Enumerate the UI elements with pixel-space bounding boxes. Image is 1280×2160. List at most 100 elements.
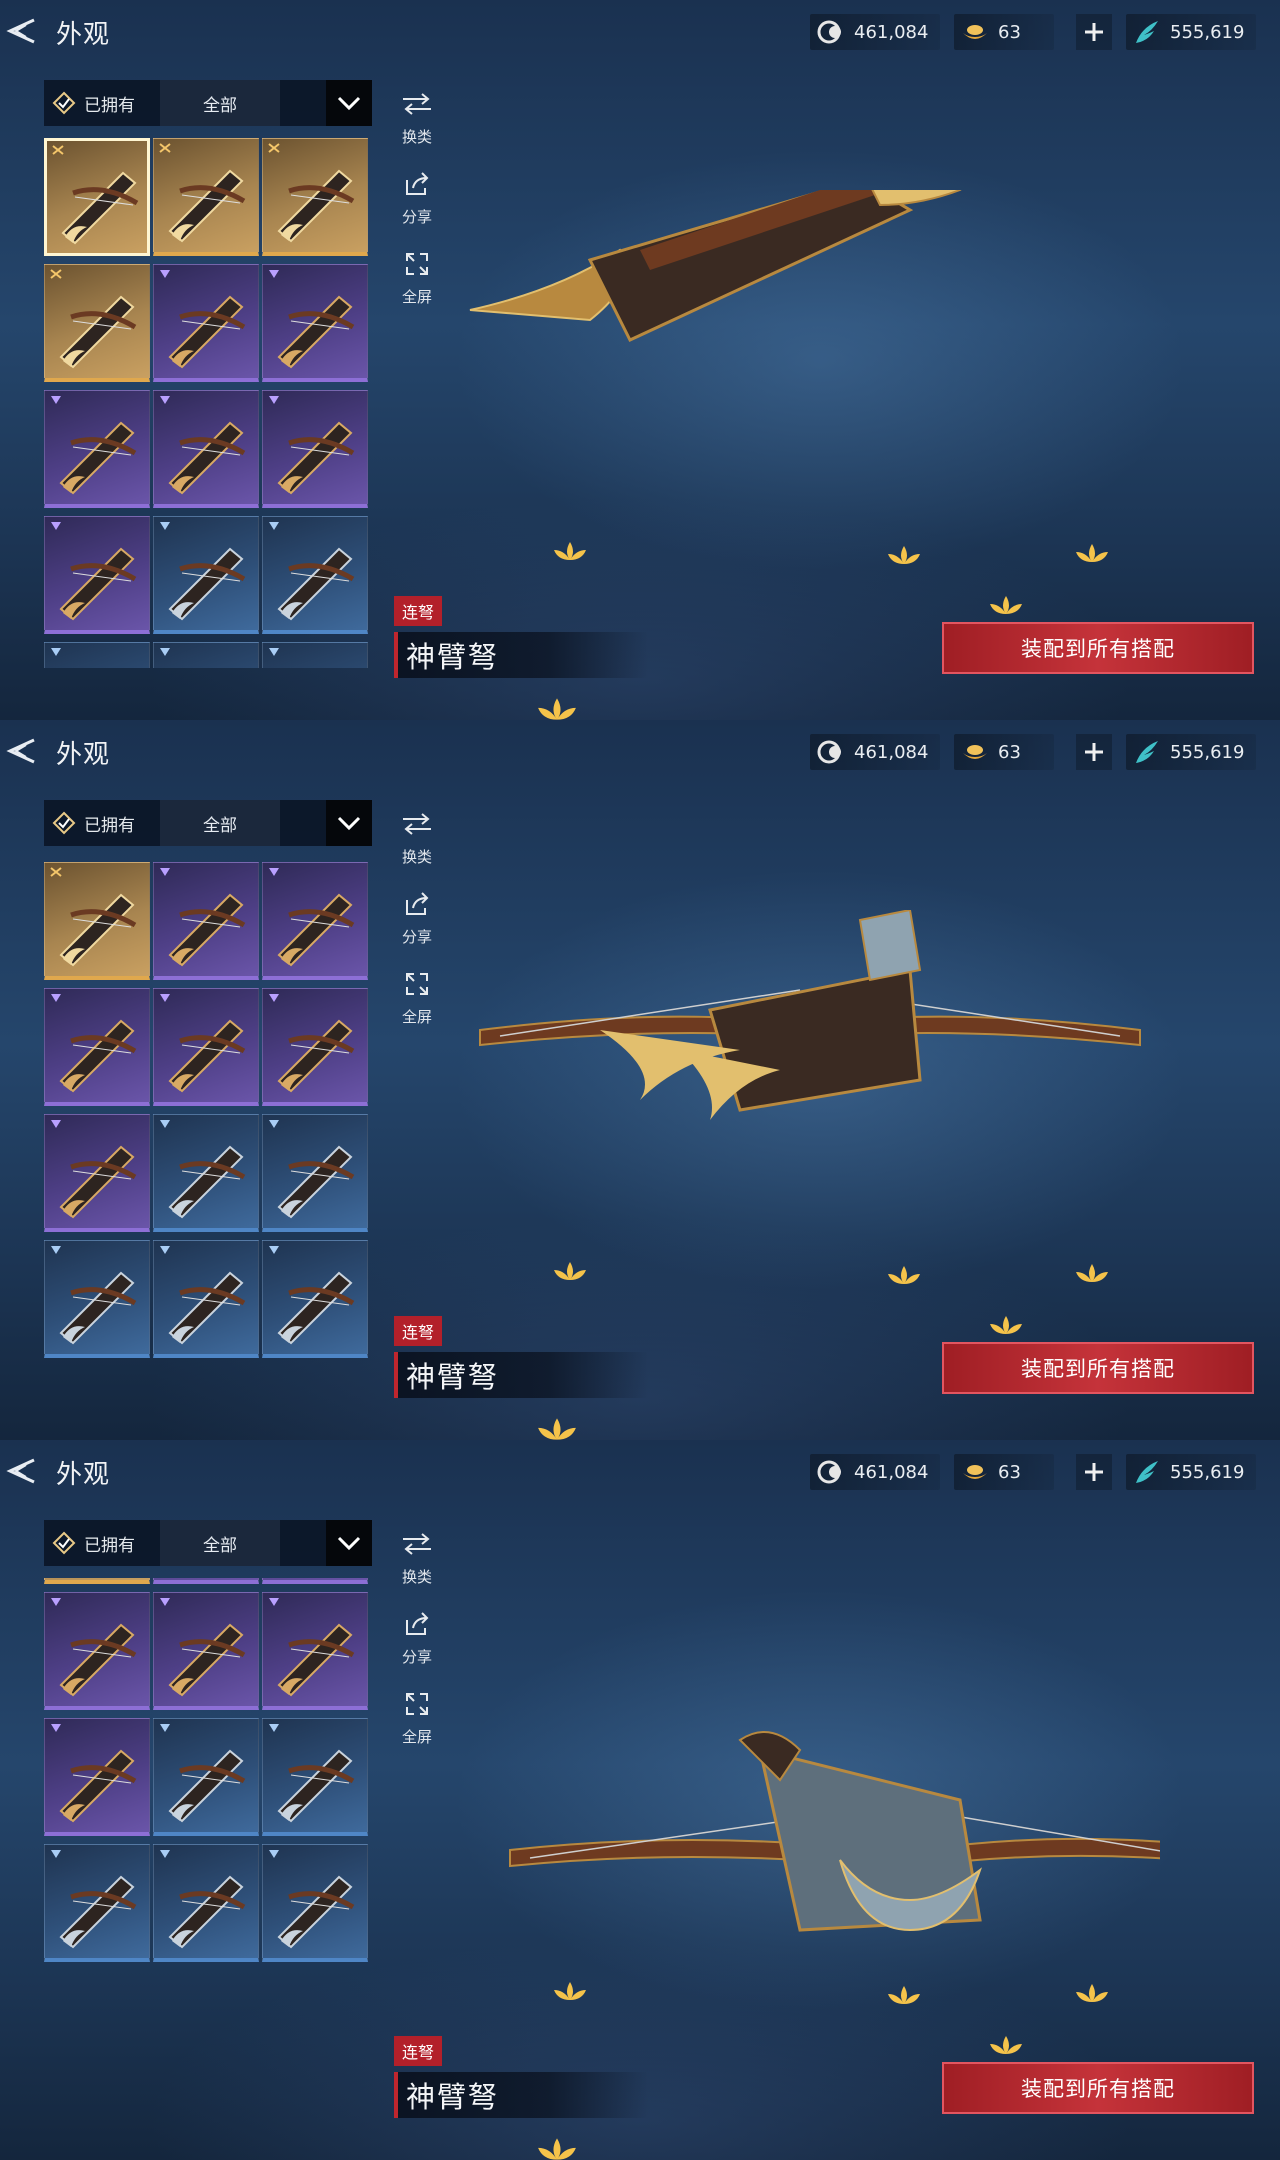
crossbow-thumbnail-icon: [59, 1875, 137, 1949]
category-select[interactable]: 全部: [160, 1520, 280, 1566]
swap-category-button[interactable]: 换类: [394, 1528, 440, 1587]
skin-item[interactable]: [153, 390, 259, 508]
currency-value: 461,084: [854, 21, 929, 43]
skin-item[interactable]: [44, 1718, 150, 1836]
skin-item[interactable]: [262, 516, 368, 634]
share-button[interactable]: 分享: [394, 888, 440, 947]
skin-item[interactable]: [44, 988, 150, 1106]
crossbow-thumbnail-icon: [168, 893, 246, 967]
page-title: 外观: [56, 740, 111, 770]
skin-item[interactable]: [44, 516, 150, 634]
feather-token-icon: [1136, 741, 1158, 763]
add-currency-button[interactable]: [1076, 14, 1112, 50]
share-button[interactable]: 分享: [394, 168, 440, 227]
category-select[interactable]: 全部: [160, 80, 280, 126]
crossbow-model[interactable]: [440, 190, 1160, 520]
crossbow-thumbnail-icon: [168, 1145, 246, 1219]
lotus-lamp-icon: [990, 596, 1022, 614]
skin-item[interactable]: [262, 390, 368, 508]
owned-filter-toggle[interactable]: 已拥有: [44, 1520, 160, 1566]
skin-item[interactable]: [262, 642, 368, 668]
skin-item[interactable]: [44, 138, 150, 256]
skin-item[interactable]: [153, 988, 259, 1106]
skin-item[interactable]: [44, 264, 150, 382]
category-dropdown-button[interactable]: [326, 1520, 372, 1566]
share-icon: [399, 888, 435, 920]
share-button[interactable]: 分享: [394, 1608, 440, 1667]
skin-item[interactable]: [262, 1114, 368, 1232]
lotus-lamp-icon: [554, 1982, 586, 2000]
swap-category-button[interactable]: 换类: [394, 88, 440, 147]
crossbow-thumbnail-icon: [277, 1623, 355, 1697]
skin-item[interactable]: [262, 264, 368, 382]
lotus-lamp-icon: [1076, 1264, 1108, 1282]
filter-bar: 已拥有 全部: [44, 800, 372, 846]
gold-ingot-icon: [963, 1465, 987, 1479]
skin-item[interactable]: [44, 1240, 150, 1358]
chevron-down-icon: [337, 816, 361, 831]
currency-jade: 461,084: [810, 734, 940, 770]
owned-filter-toggle[interactable]: 已拥有: [44, 80, 160, 126]
weapon-name: 神臂弩: [406, 1360, 500, 1394]
skin-item[interactable]: [262, 1240, 368, 1358]
page-title: 外观: [56, 1460, 111, 1490]
category-select[interactable]: 全部: [160, 800, 280, 846]
skin-item[interactable]: [44, 1578, 150, 1584]
currency-value: 63: [998, 21, 1021, 43]
skin-item[interactable]: [153, 1592, 259, 1710]
skin-item[interactable]: [262, 138, 368, 256]
skin-item[interactable]: [44, 1114, 150, 1232]
skin-item[interactable]: [44, 390, 150, 508]
weapon-name: 神臂弩: [406, 2080, 500, 2114]
skin-item[interactable]: [153, 862, 259, 980]
category-dropdown-button[interactable]: [326, 800, 372, 846]
panel-1: 外观 461,084 63 555,619 已拥有 全部 换类 分享 全屏 连弩…: [0, 0, 1280, 720]
skin-item[interactable]: [153, 1718, 259, 1836]
skin-item[interactable]: [153, 1578, 259, 1584]
swap-category-button[interactable]: 换类: [394, 808, 440, 867]
skin-item[interactable]: [262, 988, 368, 1106]
crossbow-thumbnail-icon: [168, 1623, 246, 1697]
lotus-lamp-icon: [990, 2036, 1022, 2054]
fullscreen-button[interactable]: 全屏: [394, 968, 440, 1027]
category-dropdown-button[interactable]: [326, 80, 372, 126]
equip-all-button[interactable]: 装配到所有搭配: [942, 1342, 1254, 1394]
skin-item[interactable]: [153, 1114, 259, 1232]
skin-item[interactable]: [262, 862, 368, 980]
skin-item[interactable]: [262, 1844, 368, 1962]
currency-value: 461,084: [854, 1461, 929, 1483]
skin-grid: [44, 1578, 372, 2108]
owned-filter-toggle[interactable]: 已拥有: [44, 800, 160, 846]
equip-all-button[interactable]: 装配到所有搭配: [942, 622, 1254, 674]
skin-item[interactable]: [153, 1844, 259, 1962]
fullscreen-button[interactable]: 全屏: [394, 248, 440, 307]
add-currency-button[interactable]: [1076, 1454, 1112, 1490]
weapon-type-badge: 连弩: [394, 596, 443, 626]
skin-item[interactable]: [262, 1578, 368, 1584]
skin-item[interactable]: [262, 1718, 368, 1836]
skin-item[interactable]: [44, 642, 150, 668]
back-arrow-icon[interactable]: [4, 1456, 40, 1486]
skin-item[interactable]: [153, 1240, 259, 1358]
skin-item[interactable]: [44, 862, 150, 980]
skin-item[interactable]: [153, 264, 259, 382]
add-currency-button[interactable]: [1076, 734, 1112, 770]
crossbow-thumbnail-icon: [168, 1749, 246, 1823]
crossbow-model[interactable]: [440, 910, 1160, 1240]
share-label: 分享: [401, 208, 432, 226]
equip-all-button[interactable]: 装配到所有搭配: [942, 2062, 1254, 2114]
crossbow-thumbnail-icon: [168, 1019, 246, 1093]
currency-value: 63: [998, 741, 1021, 763]
back-arrow-icon[interactable]: [4, 736, 40, 766]
back-arrow-icon[interactable]: [4, 16, 40, 46]
skin-item[interactable]: [262, 1592, 368, 1710]
skin-item[interactable]: [153, 516, 259, 634]
crossbow-thumbnail-icon: [277, 893, 355, 967]
skin-item[interactable]: [44, 1844, 150, 1962]
skin-item[interactable]: [153, 138, 259, 256]
skin-item[interactable]: [153, 642, 259, 668]
crossbow-model[interactable]: [440, 1630, 1160, 1960]
crossbow-thumbnail-icon: [59, 1749, 137, 1823]
skin-item[interactable]: [44, 1592, 150, 1710]
fullscreen-button[interactable]: 全屏: [394, 1688, 440, 1747]
